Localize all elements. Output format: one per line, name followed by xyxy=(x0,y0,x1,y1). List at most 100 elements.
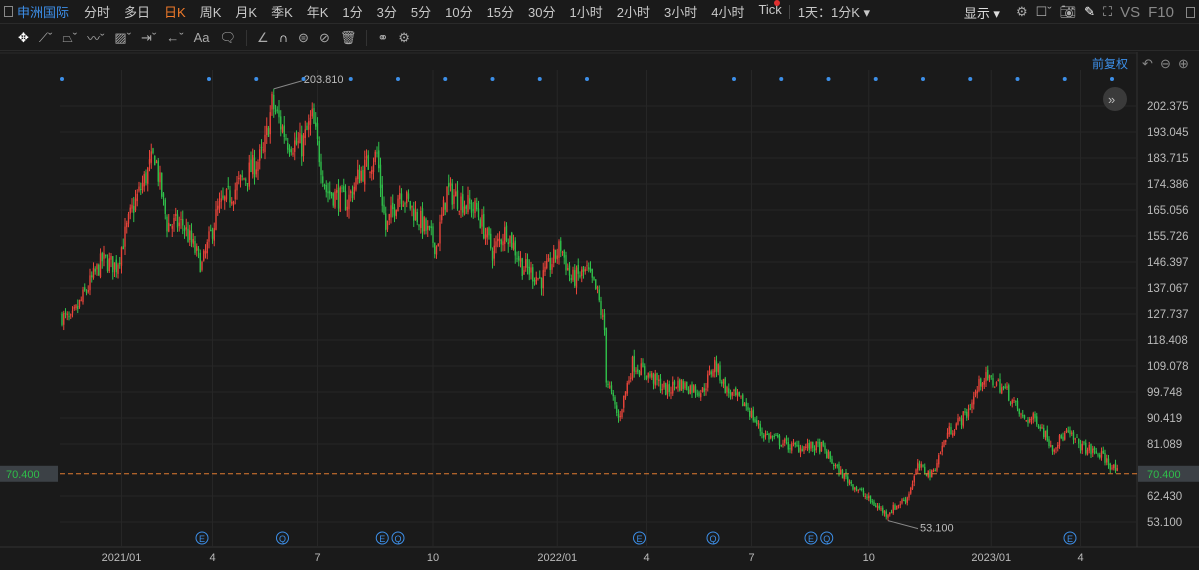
candle-body xyxy=(1076,436,1078,438)
candle-body xyxy=(376,152,378,154)
sidebar-toggle-icon[interactable] xyxy=(4,6,13,17)
period-tab[interactable]: 分时 xyxy=(77,2,117,21)
candle-body xyxy=(955,423,957,430)
event-dot[interactable] xyxy=(921,77,925,81)
angle-icon[interactable]: ∠ xyxy=(257,30,269,46)
candle-body xyxy=(365,156,368,159)
event-dot[interactable] xyxy=(873,77,878,81)
event-dot[interactable] xyxy=(207,77,211,81)
event-dot[interactable] xyxy=(585,77,589,81)
event-dot[interactable] xyxy=(348,77,353,81)
event-marker-label: E xyxy=(199,534,205,544)
event-dot[interactable] xyxy=(1062,77,1067,81)
candle-body xyxy=(439,221,441,244)
event-dot[interactable] xyxy=(968,77,973,81)
candle-body xyxy=(155,161,158,163)
panel-toggle-icon[interactable] xyxy=(1186,6,1195,18)
candle-body xyxy=(152,148,154,153)
wave-tool-icon[interactable]: 〰ˇ xyxy=(87,28,104,47)
line-tool-icon[interactable]: ⟋ˇ xyxy=(39,30,52,46)
settings-icon[interactable]: ⚙ xyxy=(1016,4,1028,20)
period-tab[interactable]: 4小时 xyxy=(704,2,751,21)
period-tab[interactable]: 月K xyxy=(228,2,264,21)
event-dot[interactable] xyxy=(826,77,831,81)
period-tab[interactable]: 10分 xyxy=(438,2,479,21)
adjust-mode-label[interactable]: 前复权 xyxy=(1092,56,1128,71)
candle-body xyxy=(432,226,434,243)
undo-icon[interactable]: ↶ xyxy=(1142,56,1153,71)
camera-icon[interactable]: 📷︎ xyxy=(1060,4,1077,20)
period-tab[interactable]: 周K xyxy=(193,2,229,21)
candle-body xyxy=(808,442,810,450)
period-tab[interactable]: 3分 xyxy=(370,2,404,21)
period-tab[interactable]: 1小时 xyxy=(563,2,610,21)
period-tab[interactable]: 5分 xyxy=(404,2,438,21)
date-tick: 4 xyxy=(1077,552,1083,564)
hide-icon[interactable]: ⊘ xyxy=(319,30,330,46)
arrow-tool-icon[interactable]: ←ˇ xyxy=(166,30,183,45)
event-dot[interactable] xyxy=(60,77,64,81)
event-dot[interactable] xyxy=(490,77,495,81)
event-dot[interactable] xyxy=(396,77,400,81)
settings-icon[interactable]: ⚙ xyxy=(398,30,410,46)
candle-body xyxy=(731,392,733,396)
drawing-toolbar: ✥ ⟋ˇ ⏢ˇ 〰ˇ ▨ˇ ⇥ˇ ←ˇ Aa 🗨︎ ∠ ∩ ⊜ ⊘ 🗑︎ ⚭ ⚙ xyxy=(0,25,1199,51)
move-icon[interactable]: ✥ xyxy=(18,30,29,46)
period-tab[interactable]: 日K xyxy=(157,2,193,21)
period-tab[interactable]: 15分 xyxy=(480,2,521,21)
period-tab[interactable]: 年K xyxy=(300,2,336,21)
period-tab[interactable]: Tick xyxy=(751,2,788,21)
candle-body xyxy=(612,392,614,397)
candle-body xyxy=(390,205,392,218)
candle-body xyxy=(441,214,443,221)
fib-tool-icon[interactable]: ▨ˇ xyxy=(114,30,131,46)
event-dot[interactable] xyxy=(537,77,542,81)
period-tab[interactable]: 3小时 xyxy=(657,2,704,21)
trash-icon[interactable]: 🗑︎ xyxy=(340,30,357,46)
period-tab[interactable]: 多日 xyxy=(117,2,157,21)
price-tick: 62.430 xyxy=(1147,491,1182,503)
period-tab[interactable]: 1分 xyxy=(335,2,369,21)
candle-body xyxy=(276,109,278,111)
candle-body xyxy=(1004,386,1006,388)
event-dot[interactable] xyxy=(779,77,784,81)
candle-body xyxy=(901,499,903,504)
interval-select[interactable]: 1天：1分K ▾ xyxy=(790,2,878,21)
pencil-icon[interactable]: ✎ xyxy=(1084,4,1095,20)
stock-name[interactable]: 申洲国际 xyxy=(13,2,77,21)
event-dot[interactable] xyxy=(732,77,736,81)
magnet-icon[interactable]: ∩ xyxy=(279,30,288,45)
candle-body xyxy=(656,373,658,381)
period-tab[interactable]: 2小时 xyxy=(610,2,657,21)
fullscreen-icon[interactable]: ⛶ xyxy=(1103,4,1112,20)
candle-body xyxy=(726,386,728,393)
event-dot[interactable] xyxy=(254,77,259,81)
overlay-icon[interactable]: ⚭ xyxy=(377,30,388,46)
sync-icon[interactable]: ⊜ xyxy=(298,30,309,46)
event-dot[interactable] xyxy=(1015,77,1020,81)
candle-body xyxy=(1046,429,1048,441)
zoom-out-icon[interactable]: ⊖ xyxy=(1160,56,1171,71)
comment-icon[interactable]: 🗨︎ xyxy=(220,30,237,46)
candle-body xyxy=(320,161,322,175)
zoom-in-icon[interactable]: ⊕ xyxy=(1178,56,1189,71)
vs-button[interactable]: VS xyxy=(1120,4,1140,21)
measure-tool-icon[interactable]: ⇥ˇ xyxy=(141,30,156,46)
candle-body xyxy=(211,229,214,239)
display-menu[interactable]: 显示 ▾ xyxy=(956,3,1008,22)
candle-body xyxy=(187,228,189,242)
polyline-tool-icon[interactable]: ⏢ˇ xyxy=(62,30,77,46)
f10-button[interactable]: F10 xyxy=(1148,4,1174,21)
candle-body xyxy=(185,227,187,230)
candlestick-chart[interactable]: 前复权 ↶ ⊖ ⊕ 202.375 193.045 183.715 174.386 165.05… xyxy=(0,52,1199,570)
event-dot[interactable] xyxy=(443,77,448,81)
price-tick: 90.419 xyxy=(1147,413,1182,425)
candle-body xyxy=(596,286,599,289)
period-tab[interactable]: 30分 xyxy=(521,2,562,21)
candle-body xyxy=(836,465,838,467)
event-dot[interactable] xyxy=(1110,77,1114,81)
candle-body xyxy=(992,378,994,386)
period-tab[interactable]: 季K xyxy=(264,2,300,21)
layout-select-icon[interactable]: ☐ˇ xyxy=(1036,4,1052,20)
text-tool-icon[interactable]: Aa xyxy=(194,30,210,45)
